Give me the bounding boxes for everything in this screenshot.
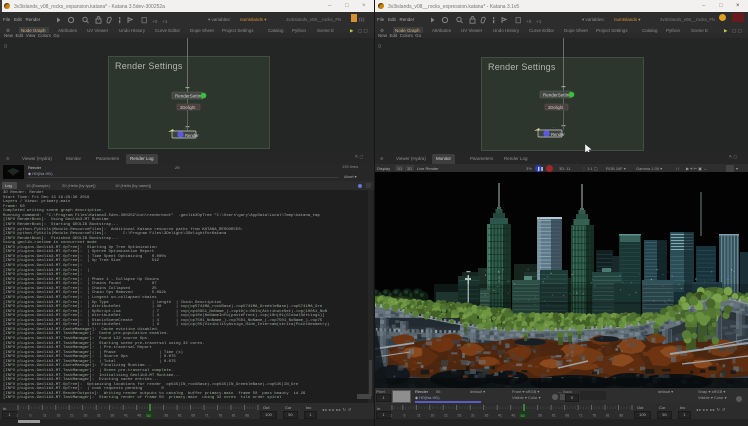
svg-text:66: 66 <box>191 414 195 418</box>
svg-text:86: 86 <box>245 414 249 418</box>
svg-text:46: 46 <box>511 414 515 418</box>
svg-text:Render: Render <box>551 132 565 137</box>
svg-text:+0: +0 <box>152 19 158 24</box>
svg-text:50: 50 <box>521 414 525 418</box>
svg-text:46: 46 <box>137 414 141 418</box>
svg-text:31: 31 <box>471 414 475 418</box>
svg-text:21: 21 <box>444 414 448 418</box>
svg-text:16: 16 <box>56 414 60 418</box>
svg-text:76: 76 <box>218 414 222 418</box>
svg-text:71: 71 <box>579 414 583 418</box>
svg-text:26: 26 <box>83 414 87 418</box>
svg-text:81: 81 <box>232 414 236 418</box>
svg-text:+1: +1 <box>162 19 168 24</box>
svg-text:3Delight: 3Delight <box>548 105 564 110</box>
svg-text:41: 41 <box>498 414 502 418</box>
svg-text:+1: +1 <box>536 19 542 24</box>
svg-text:36: 36 <box>110 414 114 418</box>
svg-text:1: 1 <box>390 414 392 418</box>
svg-text:56: 56 <box>164 414 168 418</box>
svg-text:+0: +0 <box>526 19 532 24</box>
svg-text:3Delight: 3Delight <box>180 105 196 110</box>
svg-text:71: 71 <box>205 414 209 418</box>
svg-text:6: 6 <box>404 414 406 418</box>
svg-text:61: 61 <box>178 414 182 418</box>
svg-text:¤: ¤ <box>4 44 7 50</box>
svg-text:66: 66 <box>565 414 569 418</box>
svg-text:36: 36 <box>484 414 488 418</box>
svg-text:1: 1 <box>16 414 18 418</box>
svg-text:31: 31 <box>97 414 101 418</box>
svg-text:26: 26 <box>457 414 461 418</box>
svg-text:86: 86 <box>619 414 623 418</box>
svg-text:56: 56 <box>538 414 542 418</box>
svg-text:61: 61 <box>552 414 556 418</box>
svg-text:...: ... <box>184 126 187 130</box>
svg-text:11: 11 <box>43 414 47 418</box>
svg-text:76: 76 <box>592 414 596 418</box>
svg-text:21: 21 <box>70 414 74 418</box>
svg-text:11: 11 <box>417 414 421 418</box>
svg-text:6: 6 <box>30 414 32 418</box>
svg-text:41: 41 <box>124 414 128 418</box>
svg-text:¤: ¤ <box>378 44 381 50</box>
svg-text:81: 81 <box>606 414 610 418</box>
svg-text:Render: Render <box>185 133 199 138</box>
svg-text:16: 16 <box>430 414 434 418</box>
svg-text:...: ... <box>552 125 555 129</box>
svg-text:50: 50 <box>147 414 151 418</box>
